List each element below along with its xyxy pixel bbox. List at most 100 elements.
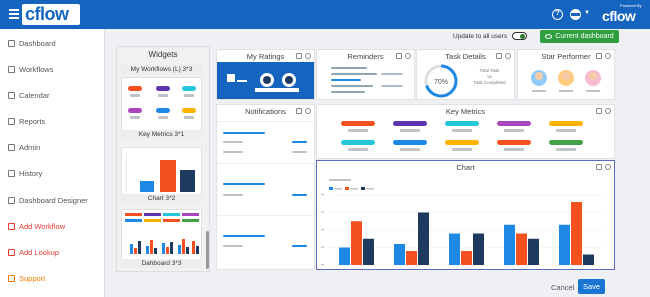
legend-label xyxy=(334,188,342,190)
metric-pill xyxy=(156,86,170,91)
gear-icon[interactable] xyxy=(505,53,511,59)
sidebar-item-history[interactable]: History xyxy=(8,167,42,179)
current-dashboard-button[interactable]: Current dashboard xyxy=(540,30,619,43)
bar-mark xyxy=(180,170,195,192)
tick-label xyxy=(321,194,324,196)
widget-key-metrics-label[interactable]: Key Metrics 3*1 xyxy=(121,130,202,139)
widgets-panel: Widgets My Workflows (L) 3*3 Key Metrics… xyxy=(116,46,210,272)
sidebar-item-label: Support xyxy=(19,273,46,283)
current-dashboard-label: Current dashboard xyxy=(555,33,614,40)
update-all-users-toggle[interactable] xyxy=(512,32,527,40)
ratings-illustration xyxy=(227,73,299,92)
widgets-scrollbar[interactable] xyxy=(206,231,209,269)
tick-label xyxy=(321,211,324,213)
card-star-performer[interactable]: Star Performer xyxy=(517,49,615,100)
card-reminders[interactable]: Reminders xyxy=(316,49,415,100)
card-notifications[interactable]: Notifications xyxy=(216,104,315,270)
gear-icon[interactable] xyxy=(605,164,611,170)
cancel-button[interactable]: Cancel xyxy=(551,283,574,292)
sidebar-item-dashboard[interactable]: Dashboard xyxy=(8,37,56,49)
gear-icon[interactable] xyxy=(605,108,611,114)
card-key-metrics[interactable]: Key Metrics xyxy=(316,104,615,159)
metric-value xyxy=(130,94,140,97)
sidebar-item-calendar[interactable]: Calendar xyxy=(8,89,49,101)
chevron-down-icon[interactable]: ▼ xyxy=(584,10,590,16)
legend-swatch xyxy=(345,187,349,190)
delete-icon[interactable] xyxy=(396,53,402,59)
reminder-line xyxy=(331,67,367,69)
support-icon xyxy=(8,274,15,282)
gear-icon[interactable] xyxy=(305,108,311,114)
metric-pill xyxy=(156,108,170,113)
card-title: Key Metrics xyxy=(445,107,486,116)
bar-mark xyxy=(363,238,374,265)
reminder-line xyxy=(331,91,365,93)
reminder-line xyxy=(331,79,361,81)
sidebar-item-label: Dashboard xyxy=(19,38,56,48)
widget-my-workflows-label[interactable]: My Workflows (L) 3*3 xyxy=(121,65,202,74)
task-percent: 70% xyxy=(434,79,448,86)
sidebar: Dashboard Workflows Calendar Reports Adm… xyxy=(0,29,105,297)
metric-value xyxy=(158,94,168,97)
widget-key-metrics[interactable] xyxy=(121,77,202,135)
ratings-banner xyxy=(217,62,314,99)
reminder-line xyxy=(381,85,403,87)
delete-icon[interactable] xyxy=(596,53,602,59)
card-task-details[interactable]: Task Details 70% Total Task vs Task Comp… xyxy=(416,49,515,100)
chart-area xyxy=(321,179,604,266)
reminder-line xyxy=(331,85,373,87)
sidebar-item-label: Workflows xyxy=(19,64,54,74)
gear-icon[interactable] xyxy=(405,53,411,59)
card-chart[interactable]: Chart xyxy=(316,160,615,270)
sidebar-item-add-workflow[interactable]: Add Workflow xyxy=(8,220,65,232)
reminder-line xyxy=(331,73,377,75)
delete-icon[interactable] xyxy=(296,108,302,114)
avatar[interactable] xyxy=(570,9,581,20)
save-button[interactable]: Save xyxy=(578,279,605,294)
sidebar-item-workflows[interactable]: Workflows xyxy=(8,63,53,75)
bar-mark xyxy=(406,251,417,265)
sidebar-item-reports[interactable]: Reports xyxy=(8,115,45,127)
logo[interactable]: cflow xyxy=(22,4,80,25)
card-title: Chart xyxy=(456,163,475,172)
metric-pill xyxy=(128,108,142,113)
delete-icon[interactable] xyxy=(596,164,602,170)
eye-icon xyxy=(545,34,553,39)
widget-dashboard-thumbnail xyxy=(125,213,199,254)
sidebar-item-dashboard-designer[interactable]: Dashboard Designer xyxy=(8,194,88,206)
metric-pill xyxy=(182,108,196,113)
task-description: Total Task vs Task Completed xyxy=(473,68,506,85)
delete-icon[interactable] xyxy=(296,53,302,59)
help-icon[interactable]: ? xyxy=(552,9,563,20)
calendar-icon xyxy=(8,91,15,99)
add-workflow-icon xyxy=(8,222,15,230)
brand-logo: cflow xyxy=(602,8,636,24)
metric-value xyxy=(158,116,168,119)
tick-label xyxy=(321,246,324,248)
widget-dashboard-label[interactable]: Dahboard 3*3 xyxy=(121,259,202,268)
metric-pill xyxy=(128,86,142,91)
delete-icon[interactable] xyxy=(596,108,602,114)
menu-icon[interactable] xyxy=(9,9,19,19)
top-bar: cflow ? ▼ Powered By cflow xyxy=(0,0,650,29)
home-icon xyxy=(8,39,15,47)
gear-icon[interactable] xyxy=(305,53,311,59)
widget-dashboard[interactable] xyxy=(121,209,202,264)
sidebar-item-label: Dashboard Designer xyxy=(19,195,88,205)
sidebar-item-admin[interactable]: Admin xyxy=(8,141,40,153)
delete-icon[interactable] xyxy=(496,53,502,59)
bar-mark xyxy=(339,247,350,265)
sidebar-item-add-lookup[interactable]: Add Lookup xyxy=(8,246,59,258)
sidebar-item-label: Add Lookup xyxy=(19,247,60,257)
sidebar-item-support[interactable]: Support xyxy=(8,272,45,284)
widget-chart-label[interactable]: Chart 3*2 xyxy=(121,194,202,203)
tick-label xyxy=(321,229,324,231)
card-my-ratings[interactable]: My Ratings xyxy=(216,49,315,100)
bar-mark xyxy=(559,224,570,265)
update-all-users-label: Update to all users xyxy=(453,33,508,40)
task-progress-ring: 70% xyxy=(424,64,458,98)
bar-mark xyxy=(418,212,429,265)
gear-icon[interactable] xyxy=(605,53,611,59)
performer-avatars xyxy=(531,70,601,92)
tick-label xyxy=(321,264,324,266)
